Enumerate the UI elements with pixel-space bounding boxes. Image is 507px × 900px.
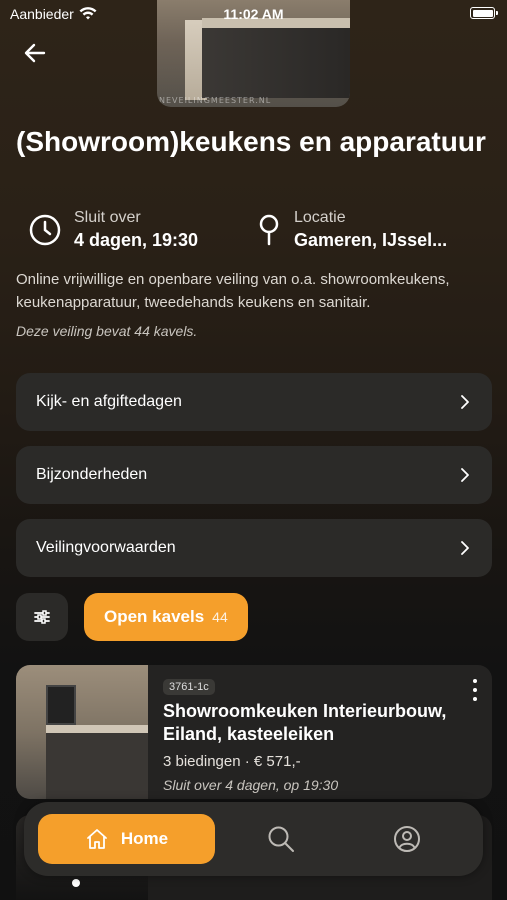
home-icon [86,829,107,849]
chevron-right-icon [461,541,469,555]
row-details[interactable]: Bijzonderheden [16,446,492,504]
lot-info: 3761-1c Showroomkeuken Interieurbouw, Ei… [163,677,473,793]
lot-count-text: Deze veiling bevat 44 kavels. [16,323,198,339]
back-button[interactable] [20,38,50,68]
chevron-right-icon [461,468,469,482]
filter-button[interactable] [16,593,68,641]
profile-icon[interactable] [392,824,422,854]
filter-sliders-icon [34,610,50,624]
open-lots-label: Open kavels [104,607,205,626]
closes-info: Sluit over 4 dagen, 19:30 [28,208,198,252]
lot-title: Showroomkeuken Interieurbouw, Eiland, ka… [163,701,447,744]
nav-home-label: Home [120,829,169,848]
nav-home-button[interactable]: Home [38,814,215,864]
lot-closes: Sluit over 4 dagen, op 19:30 [163,777,339,793]
row-label: Veilingvoorwaarden [36,539,176,556]
auction-title: (Showroom)keukens en apparatuur [16,126,486,157]
search-icon[interactable] [266,824,296,854]
location-label: Locatie [294,209,346,226]
chevron-right-icon [461,395,469,409]
lot-image [16,665,148,799]
status-time: 11:02 AM [223,6,284,22]
row-label: Bijzonderheden [36,466,148,483]
status-bar: Aanbieder 11:02 AM [0,0,507,28]
bottom-nav: Home [24,802,483,876]
back-arrow-icon [24,43,46,63]
row-terms[interactable]: Veilingvoorwaarden [16,519,492,577]
more-vertical-icon[interactable] [472,679,478,701]
auction-description: Online vrijwillige en openbare veiling v… [16,271,450,311]
battery-icon [470,7,498,19]
closes-label: Sluit over [74,209,141,226]
location-info[interactable]: Locatie Gameren, IJssel... [256,208,447,252]
lot-tag: 3761-1c [163,679,215,695]
closes-value: 4 dagen, 19:30 [74,230,199,250]
lot-card[interactable]: 3761-1c Showroomkeuken Interieurbouw, Ei… [16,665,492,799]
open-lots-count: 44 [212,609,228,625]
row-viewing-days[interactable]: Kijk- en afgiftedagen [16,373,492,431]
hero-watermark: NEVEILINGMEESTER.NL [159,96,272,105]
lot-bids: 3 biedingen · € 571,- [163,753,301,770]
location-value: Gameren, IJssel... [294,230,448,250]
location-pin-icon [259,214,279,246]
clock-icon [29,214,61,246]
open-lots-button[interactable]: Open kavels 44 [84,593,248,641]
row-label: Kijk- en afgiftedagen [36,393,182,410]
